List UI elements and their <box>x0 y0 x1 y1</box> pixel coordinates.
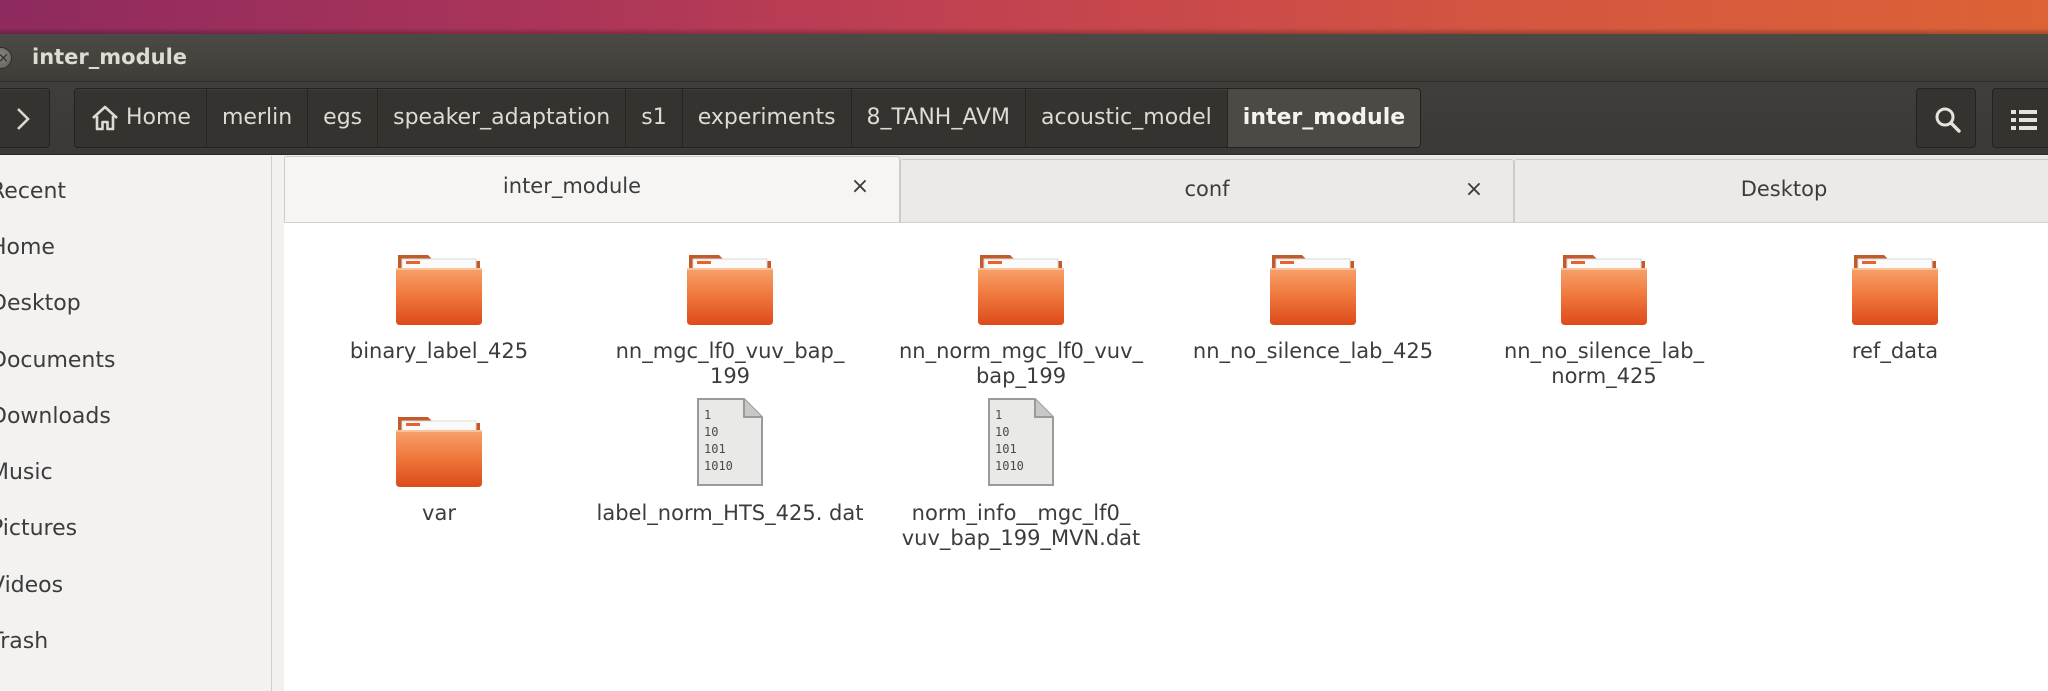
file-item[interactable]: ref_data <box>1760 251 2030 364</box>
binary-line: 101 <box>704 442 726 456</box>
file-name: binary_label_425 <box>349 339 529 363</box>
folder-icon <box>1559 251 1649 327</box>
breadcrumb-s1[interactable]: s1 <box>626 89 683 147</box>
breadcrumb-speaker-adaptation[interactable]: speaker_adaptation <box>378 89 627 147</box>
tab-label: inter_module <box>502 174 642 198</box>
toolbar: Home merlin egs speaker_adaptation s1 ex… <box>0 82 2048 155</box>
file-name: norm_info__mgc_lf0_ vuv_bap_199_MVN.dat <box>901 501 1141 550</box>
tab-bar: inter_module × conf × Desktop <box>284 156 2048 222</box>
window-close-button[interactable]: × <box>0 47 12 69</box>
search-button[interactable] <box>1916 88 1976 148</box>
window-title: inter_module <box>32 45 188 69</box>
binary-line: 1 <box>704 408 711 422</box>
file-name: ref_data <box>1851 339 1939 363</box>
tab-conf[interactable]: conf × <box>900 159 1514 222</box>
binary-line: 1010 <box>995 459 1024 473</box>
sidebar: Recent Home Desktop Documents Downloads … <box>0 156 272 691</box>
file-name: nn_norm_mgc_lf0_vuv_ bap_199 <box>898 339 1144 388</box>
list-view-icon <box>2011 110 2037 130</box>
file-name: nn_mgc_lf0_vuv_bap_ 199 <box>615 339 845 388</box>
file-name: nn_no_silence_lab_ norm_425 <box>1503 339 1705 388</box>
file-item[interactable]: binary_label_425 <box>304 251 574 364</box>
file-grid: binary_label_425 nn_mgc_lf0_vuv_bap_ 199… <box>284 222 2048 691</box>
file-item[interactable]: nn_norm_mgc_lf0_vuv_ bap_199 <box>886 251 1156 389</box>
binary-line: 1010 <box>704 459 733 473</box>
binary-line: 1 <box>995 408 1002 422</box>
folder-icon <box>1268 251 1358 327</box>
folder-icon <box>394 413 484 489</box>
file-item[interactable]: nn_no_silence_lab_ norm_425 <box>1469 251 1739 389</box>
home-icon <box>92 105 118 131</box>
file-name: var <box>422 501 456 525</box>
breadcrumb: Home merlin egs speaker_adaptation s1 ex… <box>74 88 1422 148</box>
breadcrumb-8-tanh-avm[interactable]: 8_TANH_AVM <box>852 89 1026 147</box>
binary-line: 101 <box>995 442 1017 456</box>
file-name: label_norm_HTS_425. dat <box>596 501 864 525</box>
breadcrumb-inter-module[interactable]: inter_module <box>1227 89 1421 147</box>
breadcrumb-home[interactable]: Home <box>75 89 207 147</box>
file-item[interactable]: 1 10 101 1010 label_norm_HTS_425. dat <box>595 397 865 526</box>
folder-icon <box>1850 251 1940 327</box>
breadcrumb-acoustic-model[interactable]: acoustic_model <box>1026 89 1228 147</box>
breadcrumb-experiments[interactable]: experiments <box>683 89 852 147</box>
sidebar-item-downloads[interactable]: Downloads <box>0 397 111 437</box>
tab-label: Desktop <box>1740 177 1828 201</box>
sidebar-item-videos[interactable]: Videos <box>0 566 63 606</box>
sidebar-item-desktop[interactable]: Desktop <box>0 284 81 324</box>
close-icon: × <box>0 51 9 66</box>
window-titlebar: × inter_module <box>0 34 2048 82</box>
file-item[interactable]: nn_no_silence_lab_425 <box>1178 251 1448 364</box>
binary-file-icon: 1 10 101 1010 <box>697 398 763 486</box>
folder-icon <box>976 251 1066 327</box>
breadcrumb-label: Home <box>126 105 191 130</box>
breadcrumb-merlin[interactable]: merlin <box>207 89 309 147</box>
folder-icon <box>394 251 484 327</box>
binary-file-icon: 1 10 101 1010 <box>988 398 1054 486</box>
sidebar-item-home[interactable]: Home <box>0 228 55 268</box>
forward-button[interactable] <box>0 88 50 148</box>
chevron-right-icon <box>17 108 30 130</box>
binary-line: 10 <box>704 425 718 439</box>
sidebar-item-documents[interactable]: Documents <box>0 341 115 381</box>
tab-desktop[interactable]: Desktop <box>1514 159 2048 222</box>
tab-close-icon[interactable]: × <box>1461 177 1487 203</box>
file-item[interactable]: 1 10 101 1010 norm_info__mgc_lf0_ vuv_ba… <box>886 397 1156 551</box>
folder-icon <box>685 251 775 327</box>
search-icon <box>1935 107 1961 133</box>
tab-close-icon[interactable]: × <box>847 174 873 200</box>
view-options-button[interactable] <box>1992 88 2048 148</box>
file-item[interactable]: var <box>304 413 574 526</box>
tab-label: conf <box>1184 177 1230 201</box>
breadcrumb-egs[interactable]: egs <box>308 89 379 147</box>
file-name: nn_no_silence_lab_425 <box>1192 339 1434 363</box>
sidebar-item-recent[interactable]: Recent <box>0 172 66 212</box>
tab-inter-module[interactable]: inter_module × <box>284 156 900 222</box>
file-item[interactable]: nn_mgc_lf0_vuv_bap_ 199 <box>595 251 865 389</box>
sidebar-item-trash[interactable]: Trash <box>0 622 48 662</box>
sidebar-item-pictures[interactable]: Pictures <box>0 509 77 549</box>
desktop-background-strip <box>0 0 2048 34</box>
sidebar-item-music[interactable]: Music <box>0 453 53 493</box>
binary-line: 10 <box>995 425 1009 439</box>
